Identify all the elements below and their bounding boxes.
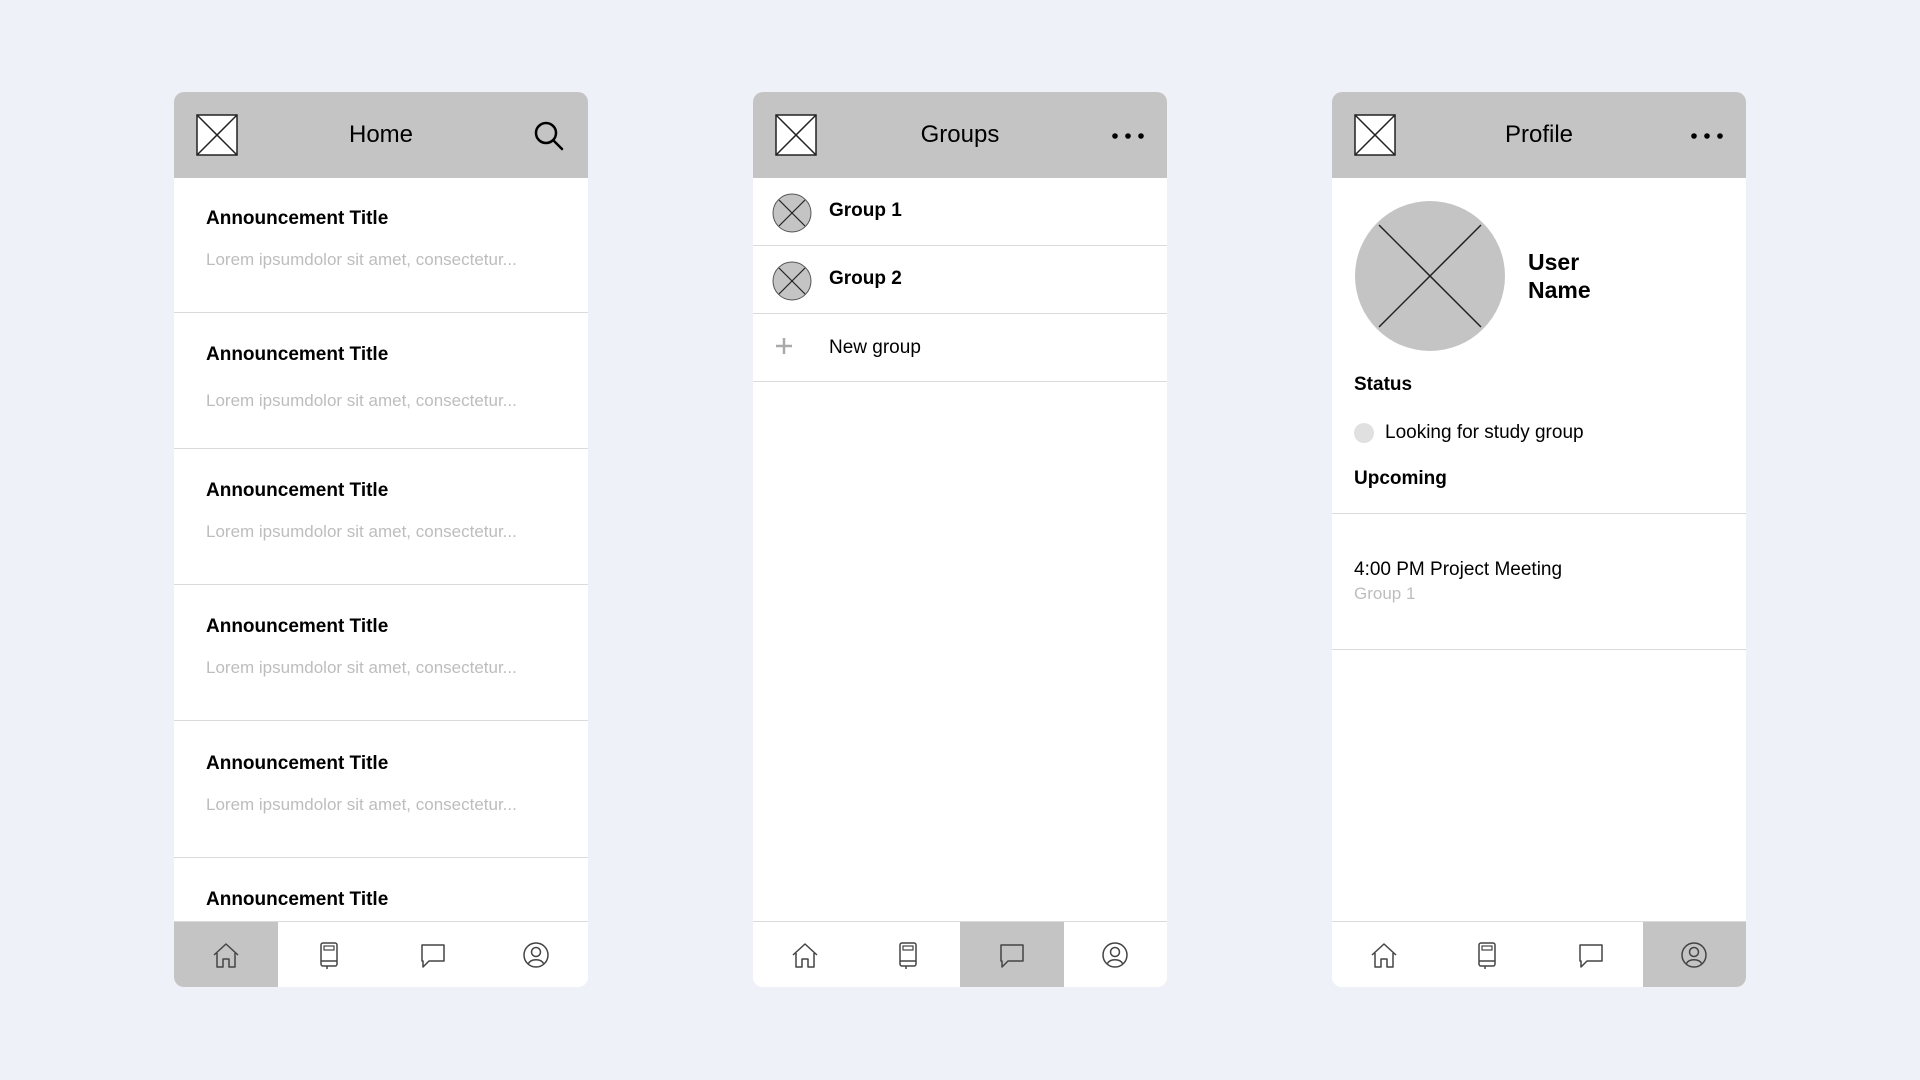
announcement-title: Announcement Title [206, 753, 389, 774]
more-button[interactable] [1111, 119, 1145, 153]
group-item[interactable]: Group 2 [753, 246, 1167, 314]
user-name-last: Name [1528, 277, 1591, 303]
announcement-title: Announcement Title [206, 480, 389, 501]
announcement-item[interactable]: Announcement Title Lorem ipsumdolor sit … [174, 586, 588, 721]
avatar[interactable] [1354, 200, 1506, 352]
page-title: Home [348, 121, 414, 148]
nav-home[interactable] [753, 922, 857, 987]
event-title: 4:00 PM Project Meeting [1354, 559, 1563, 580]
nav-chat[interactable] [960, 922, 1064, 987]
profile-icon [1102, 941, 1128, 968]
announcement-title: Announcement Title [206, 616, 389, 637]
announcement-body: Lorem ipsumdolor sit amet, consectetur..… [206, 250, 517, 269]
announcement-body: Lorem ipsumdolor sit amet, consectetur..… [206, 522, 517, 541]
chat-icon [421, 943, 445, 968]
status-indicator [1354, 423, 1374, 443]
user-name: User Name [1528, 248, 1648, 304]
nav-chat[interactable] [381, 922, 485, 987]
announcement-item[interactable]: Announcement Title Lorem ipsumdolor sit … [174, 723, 588, 858]
nav-profile[interactable] [1642, 922, 1746, 987]
profile-icon [1681, 941, 1707, 968]
chat-icon [1579, 943, 1603, 968]
profile-icon [523, 941, 549, 968]
nav-chat[interactable] [1539, 922, 1643, 987]
group-avatar-icon [772, 193, 812, 233]
plus-icon [776, 338, 792, 354]
page-title: Profile [1504, 121, 1574, 148]
group-list: Group 1 Group 2 New group [753, 178, 1167, 921]
book-icon [320, 941, 338, 969]
nav-book[interactable] [278, 922, 382, 987]
announcement-list: Announcement Title Lorem ipsumdolor sit … [174, 178, 588, 921]
bottom-nav [174, 921, 588, 987]
home-icon [213, 942, 239, 968]
groups-header: Groups [753, 92, 1167, 178]
page-title: Groups [920, 121, 1000, 148]
home-icon [792, 942, 818, 968]
group-item[interactable]: Group 1 [753, 178, 1167, 246]
announcement-body: Lorem ipsumdolor sit amet, consectetur..… [206, 391, 517, 410]
groups-screen: Groups Group 1 Group 2 New group [753, 92, 1167, 987]
upcoming-event[interactable]: 4:00 PM Project Meeting Group 1 [1332, 513, 1746, 650]
announcement-body: Lorem ipsumdolor sit amet, consectetur..… [206, 658, 517, 677]
new-group-button[interactable]: New group [753, 314, 1167, 382]
group-avatar-icon [772, 261, 812, 301]
nav-profile[interactable] [485, 922, 589, 987]
profile-content: User Name Status Looking for study group… [1332, 178, 1746, 921]
bottom-nav [753, 921, 1167, 987]
announcement-title: Announcement Title [206, 208, 389, 229]
nav-book[interactable] [1436, 922, 1540, 987]
group-name: Group 2 [829, 268, 902, 289]
home-screen: Home Announcement Title Lorem ipsumdolor… [174, 92, 588, 987]
bottom-nav [1332, 921, 1746, 987]
group-name: Group 1 [829, 200, 902, 221]
profile-screen: Profile User Name Status Looking for stu… [1332, 92, 1746, 987]
new-group-label: New group [829, 337, 921, 358]
search-icon [534, 121, 564, 151]
more-button[interactable] [1690, 119, 1724, 153]
user-name-first: User [1528, 249, 1580, 275]
more-icon [1691, 133, 1723, 139]
announcement-body: Lorem ipsumdolor sit amet, consectetur..… [206, 795, 517, 814]
announcement-item[interactable]: Announcement Title Lorem ipsumdolor sit … [174, 314, 588, 449]
home-icon [1371, 942, 1397, 968]
announcement-item[interactable]: Announcement Title [174, 859, 588, 921]
chat-icon [1000, 943, 1024, 968]
announcement-item[interactable]: Announcement Title Lorem ipsumdolor sit … [174, 450, 588, 585]
nav-book[interactable] [857, 922, 961, 987]
search-button[interactable] [532, 119, 566, 153]
book-icon [1478, 941, 1496, 969]
event-group: Group 1 [1354, 584, 1416, 603]
nav-home[interactable] [174, 922, 278, 987]
nav-profile[interactable] [1064, 922, 1168, 987]
home-header: Home [174, 92, 588, 178]
more-icon [1112, 133, 1144, 139]
announcement-title: Announcement Title [206, 889, 389, 910]
upcoming-heading: Upcoming [1354, 468, 1447, 489]
book-icon [899, 941, 917, 969]
nav-home[interactable] [1332, 922, 1436, 987]
status-text[interactable]: Looking for study group [1385, 422, 1584, 444]
announcement-title: Announcement Title [206, 344, 389, 365]
status-heading: Status [1354, 374, 1413, 395]
profile-header: Profile [1332, 92, 1746, 178]
announcement-item[interactable]: Announcement Title Lorem ipsumdolor sit … [174, 178, 588, 313]
